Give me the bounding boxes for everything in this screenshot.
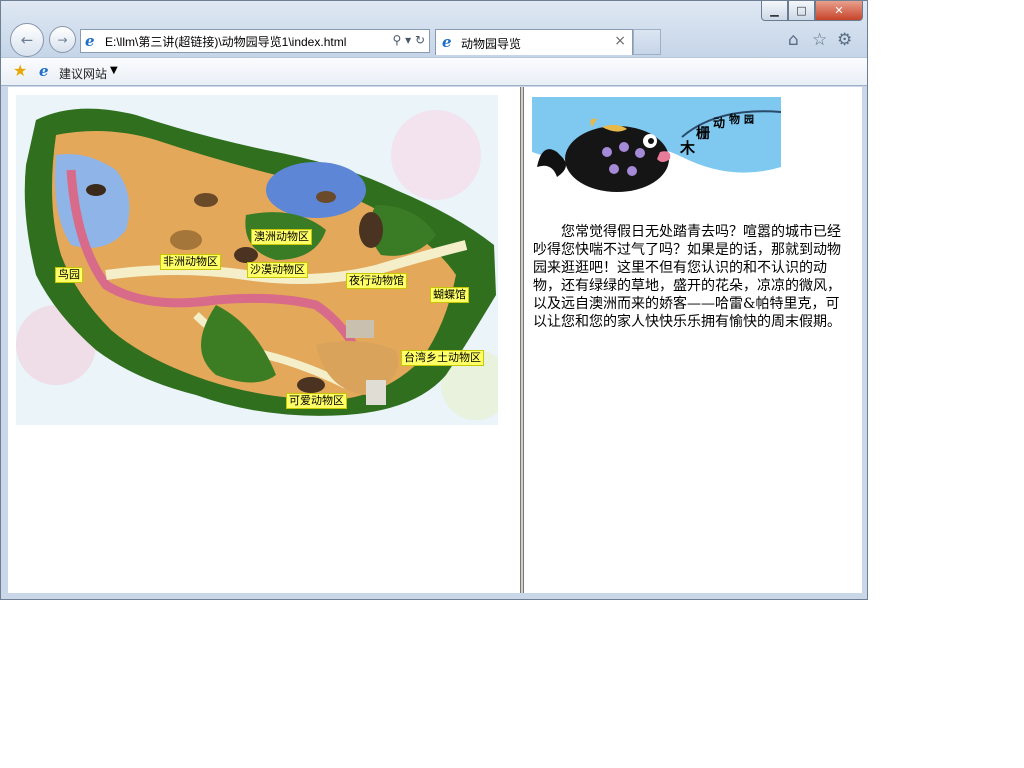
banner-char-4: 物 bbox=[729, 113, 740, 126]
address-bar[interactable]: e E:\llm\第三讲(超链接)\动物园导览1\index.html ⚲ ▾ … bbox=[80, 29, 430, 53]
window-bottom-border bbox=[1, 593, 867, 599]
add-favorites-icon[interactable]: ★ bbox=[13, 63, 27, 79]
dropdown-arrow-icon[interactable]: ▾ bbox=[405, 33, 411, 47]
map-label-taiwan-native-zone[interactable]: 台湾乡土动物区 bbox=[401, 350, 484, 366]
address-url[interactable]: E:\llm\第三讲(超链接)\动物园导览1\index.html bbox=[105, 33, 346, 50]
banner-char-3: 动 bbox=[713, 116, 726, 130]
gear-icon[interactable]: ⚙ bbox=[837, 30, 852, 50]
right-frame: 木 栅 动 物 园 您常觉得假日无处踏青去吗？喧嚣的城市已经吵得您快喘不过气了吗… bbox=[524, 87, 862, 593]
favorites-bar: ★ e 建议网站 ▼ bbox=[1, 57, 867, 86]
home-icon[interactable]: ⌂ bbox=[788, 30, 799, 50]
minimize-button[interactable]: ▁ bbox=[761, 1, 788, 21]
favorites-item-suggested-sites[interactable]: 建议网站 bbox=[59, 65, 107, 82]
address-tools: ⚲ ▾ ↻ bbox=[392, 33, 425, 47]
map-label-petting-zone[interactable]: 可爱动物区 bbox=[286, 393, 347, 409]
title-bar: ▁ □ ✕ ← → e E:\llm\第三讲(超链接)\动物园导览1\index… bbox=[1, 1, 867, 57]
new-tab-button[interactable] bbox=[633, 29, 661, 55]
favorites-star-icon[interactable]: ☆ bbox=[812, 30, 827, 50]
map-label-desert-zone[interactable]: 沙漠动物区 bbox=[247, 262, 308, 278]
tab-title: 动物园导览 bbox=[461, 37, 522, 51]
back-button[interactable]: ← bbox=[10, 23, 44, 57]
map-label-africa-zone[interactable]: 非洲动物区 bbox=[160, 254, 221, 270]
banner-char-1: 木 bbox=[680, 139, 696, 157]
dropdown-arrow-icon[interactable]: ▼ bbox=[110, 65, 118, 76]
tab-active[interactable]: e 动物园导览 × bbox=[435, 29, 633, 55]
ie-page-icon: e bbox=[39, 62, 49, 80]
ie-page-icon: e bbox=[442, 33, 452, 51]
forward-arrow-icon: → bbox=[57, 32, 68, 47]
left-frame: 鸟园 非洲动物区 澳洲动物区 沙漠动物区 夜行动物馆 蝴蝶馆 台湾乡土动物区 可… bbox=[8, 87, 521, 593]
map-label-butterfly-house[interactable]: 蝴蝶馆 bbox=[430, 287, 469, 303]
zoo-logo-banner: 木 栅 动 物 园 bbox=[532, 97, 781, 205]
close-button[interactable]: ✕ bbox=[815, 1, 863, 21]
maximize-button[interactable]: □ bbox=[788, 1, 815, 21]
map-label-bird-park[interactable]: 鸟园 bbox=[55, 267, 83, 283]
refresh-icon[interactable]: ↻ bbox=[415, 33, 425, 47]
back-arrow-icon: ← bbox=[20, 31, 34, 49]
ie-page-icon: e bbox=[85, 32, 95, 50]
close-tab-icon[interactable]: × bbox=[614, 33, 626, 49]
banner-char-5: 园 bbox=[744, 115, 754, 126]
browser-window: ▁ □ ✕ ← → e E:\llm\第三讲(超链接)\动物园导览1\index… bbox=[0, 0, 868, 600]
zoo-map-illustration bbox=[16, 95, 498, 425]
search-icon[interactable]: ⚲ bbox=[392, 33, 401, 47]
banner-char-2: 栅 bbox=[696, 126, 710, 142]
zoo-description: 您常觉得假日无处踏青去吗？喧嚣的城市已经吵得您快喘不过气了吗？如果是的话，那就到… bbox=[533, 224, 841, 330]
map-label-australia-zone[interactable]: 澳洲动物区 bbox=[251, 229, 312, 245]
forward-button[interactable]: → bbox=[49, 26, 76, 53]
map-label-nocturnal-house[interactable]: 夜行动物馆 bbox=[346, 273, 407, 289]
zoo-map-image[interactable]: 鸟园 非洲动物区 澳洲动物区 沙漠动物区 夜行动物馆 蝴蝶馆 台湾乡土动物区 可… bbox=[16, 95, 498, 425]
page-content: 鸟园 非洲动物区 澳洲动物区 沙漠动物区 夜行动物馆 蝴蝶馆 台湾乡土动物区 可… bbox=[8, 87, 862, 593]
